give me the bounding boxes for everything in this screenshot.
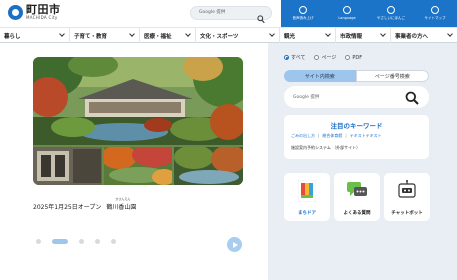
- chatbot-icon: [396, 180, 418, 204]
- machidoor-card[interactable]: まちドア: [284, 173, 330, 221]
- nav-item-city-info[interactable]: 市政情報: [336, 28, 391, 43]
- search-icon[interactable]: [405, 90, 419, 109]
- card-label: よくある質問: [343, 211, 371, 216]
- tab-site-search[interactable]: サイト内検索: [284, 70, 356, 82]
- nav-item-tourism[interactable]: 観光: [280, 28, 336, 43]
- radio-all[interactable]: すべて: [284, 54, 305, 61]
- util-label: やさしいにほんご: [377, 16, 405, 21]
- chevron-down-icon: [129, 31, 135, 37]
- sitemap-button[interactable]: サイトマップ: [413, 0, 457, 27]
- google-provided-label: Google 提供: [293, 95, 320, 100]
- search-sidebar: すべて ページ PDF サイト内検索 ページ番号検索 Google 提供 注目の…: [268, 43, 457, 280]
- sitemap-icon: [431, 6, 439, 15]
- nav-item-living[interactable]: 暮らし: [0, 28, 70, 43]
- search-icon[interactable]: [257, 9, 265, 28]
- hero-thumbnails: [33, 147, 243, 185]
- nav-item-culture[interactable]: 文化・スポーツ: [196, 28, 280, 43]
- tab-page-number-search[interactable]: ページ番号検索: [355, 70, 429, 82]
- quick-link-cards: まちドア よくある質問 チャットボット: [284, 173, 430, 221]
- nav-label: 暮らし: [4, 33, 21, 40]
- google-provided-label: Google 提供: [199, 10, 226, 15]
- carousel-dot[interactable]: [111, 239, 116, 244]
- chevron-down-icon: [325, 31, 331, 37]
- nav-label: 市政情報: [340, 33, 363, 40]
- radio-pdf[interactable]: PDF: [345, 54, 362, 61]
- logo-text-jp: 町田市: [26, 3, 61, 16]
- chevron-down-icon: [269, 31, 275, 37]
- card-label: チャットボット: [391, 211, 423, 216]
- nav-label: 文化・スポーツ: [200, 33, 239, 40]
- site-logo[interactable]: 町田市 MACHIDA City: [8, 4, 61, 20]
- logo-text-en: MACHIDA City: [26, 15, 58, 20]
- caption-ruby: かさんえん: [115, 197, 131, 201]
- keyword-link[interactable]: テキストテキスト: [350, 133, 382, 139]
- carousel-dot[interactable]: [95, 239, 100, 244]
- radio-label: ページ: [321, 55, 337, 61]
- language-button[interactable]: Language: [325, 0, 369, 27]
- caption-date: 2025年1月25日オープン: [33, 204, 102, 211]
- radio-label: PDF: [352, 54, 363, 61]
- chevron-down-icon: [185, 31, 191, 37]
- search-scope-radios: すべて ページ PDF: [284, 54, 362, 61]
- hero-carousel[interactable]: [33, 57, 243, 185]
- keywords-box: 注目のキーワード ごみの出し方 | 総合体育館 | テキストテキスト 施設案内予約シ…: [284, 115, 429, 159]
- nav-item-business[interactable]: 事業者の方へ: [391, 28, 457, 43]
- keyword-link[interactable]: 総合体育館: [322, 133, 342, 139]
- hero-image-garden[interactable]: [33, 57, 243, 145]
- carousel-play-button[interactable]: [227, 237, 242, 252]
- nav-label: 医療・福祉: [144, 33, 172, 40]
- global-nav: 暮らし 子育て・教育 医療・福祉 文化・スポーツ 観光 市政情報 事業者の方へ: [0, 27, 457, 43]
- nav-item-childcare[interactable]: 子育て・教育: [70, 28, 140, 43]
- keyword-link[interactable]: ごみの出し方: [291, 133, 315, 139]
- nav-item-medical[interactable]: 医療・福祉: [140, 28, 196, 43]
- city-emblem-icon: [8, 4, 23, 20]
- nav-label: 観光: [284, 33, 296, 40]
- carousel-dot[interactable]: [79, 239, 84, 244]
- util-label: Language: [338, 16, 356, 21]
- chevron-down-icon: [59, 31, 65, 37]
- util-label: サイトマップ: [424, 16, 446, 21]
- header-search-input[interactable]: Google 提供: [190, 6, 272, 24]
- main-content: 2025年1月25日オープン かさんえん 鶴川香山園: [0, 43, 268, 280]
- radio-label: すべて: [291, 55, 306, 61]
- site-header: 町田市 MACHIDA City Google 提供 音声読み上げ Langua…: [0, 0, 457, 27]
- thumbnail-autumn-garden[interactable]: [103, 147, 173, 185]
- faq-card[interactable]: よくある質問: [334, 173, 380, 221]
- person-icon: [387, 6, 395, 15]
- radio-page[interactable]: ページ: [314, 54, 336, 61]
- thumbnail-building[interactable]: [33, 147, 102, 185]
- machidoor-logo-icon: [297, 179, 317, 206]
- site-search-input[interactable]: Google 提供: [284, 86, 429, 108]
- nav-label: 子育て・教育: [74, 33, 108, 40]
- keyword-link-external[interactable]: 施設案内予約システム （外部サイト）: [291, 145, 360, 151]
- hero-caption[interactable]: 2025年1月25日オープン かさんえん 鶴川香山園: [33, 197, 137, 211]
- chatbot-card[interactable]: チャットボット: [384, 173, 430, 221]
- nav-label: 事業者の方へ: [395, 33, 429, 40]
- chevron-down-icon: [447, 31, 453, 37]
- search-tabs: サイト内検索 ページ番号検索: [284, 70, 429, 82]
- thumbnail-pond[interactable]: [174, 147, 243, 185]
- read-aloud-button[interactable]: 音声読み上げ: [281, 0, 325, 27]
- globe-icon: [343, 6, 351, 15]
- card-label: まちドア: [298, 211, 316, 216]
- carousel-dot-active[interactable]: [52, 239, 68, 244]
- easy-japanese-button[interactable]: やさしいにほんご: [369, 0, 413, 27]
- carousel-dot[interactable]: [36, 239, 41, 244]
- caption-place: 鶴川香山園: [106, 204, 137, 211]
- chat-icon: [346, 180, 368, 204]
- keywords-title: 注目のキーワード: [330, 122, 383, 130]
- util-label: 音声読み上げ: [292, 16, 314, 21]
- chevron-down-icon: [380, 31, 386, 37]
- speaker-icon: [299, 6, 307, 15]
- carousel-indicators: [36, 239, 116, 244]
